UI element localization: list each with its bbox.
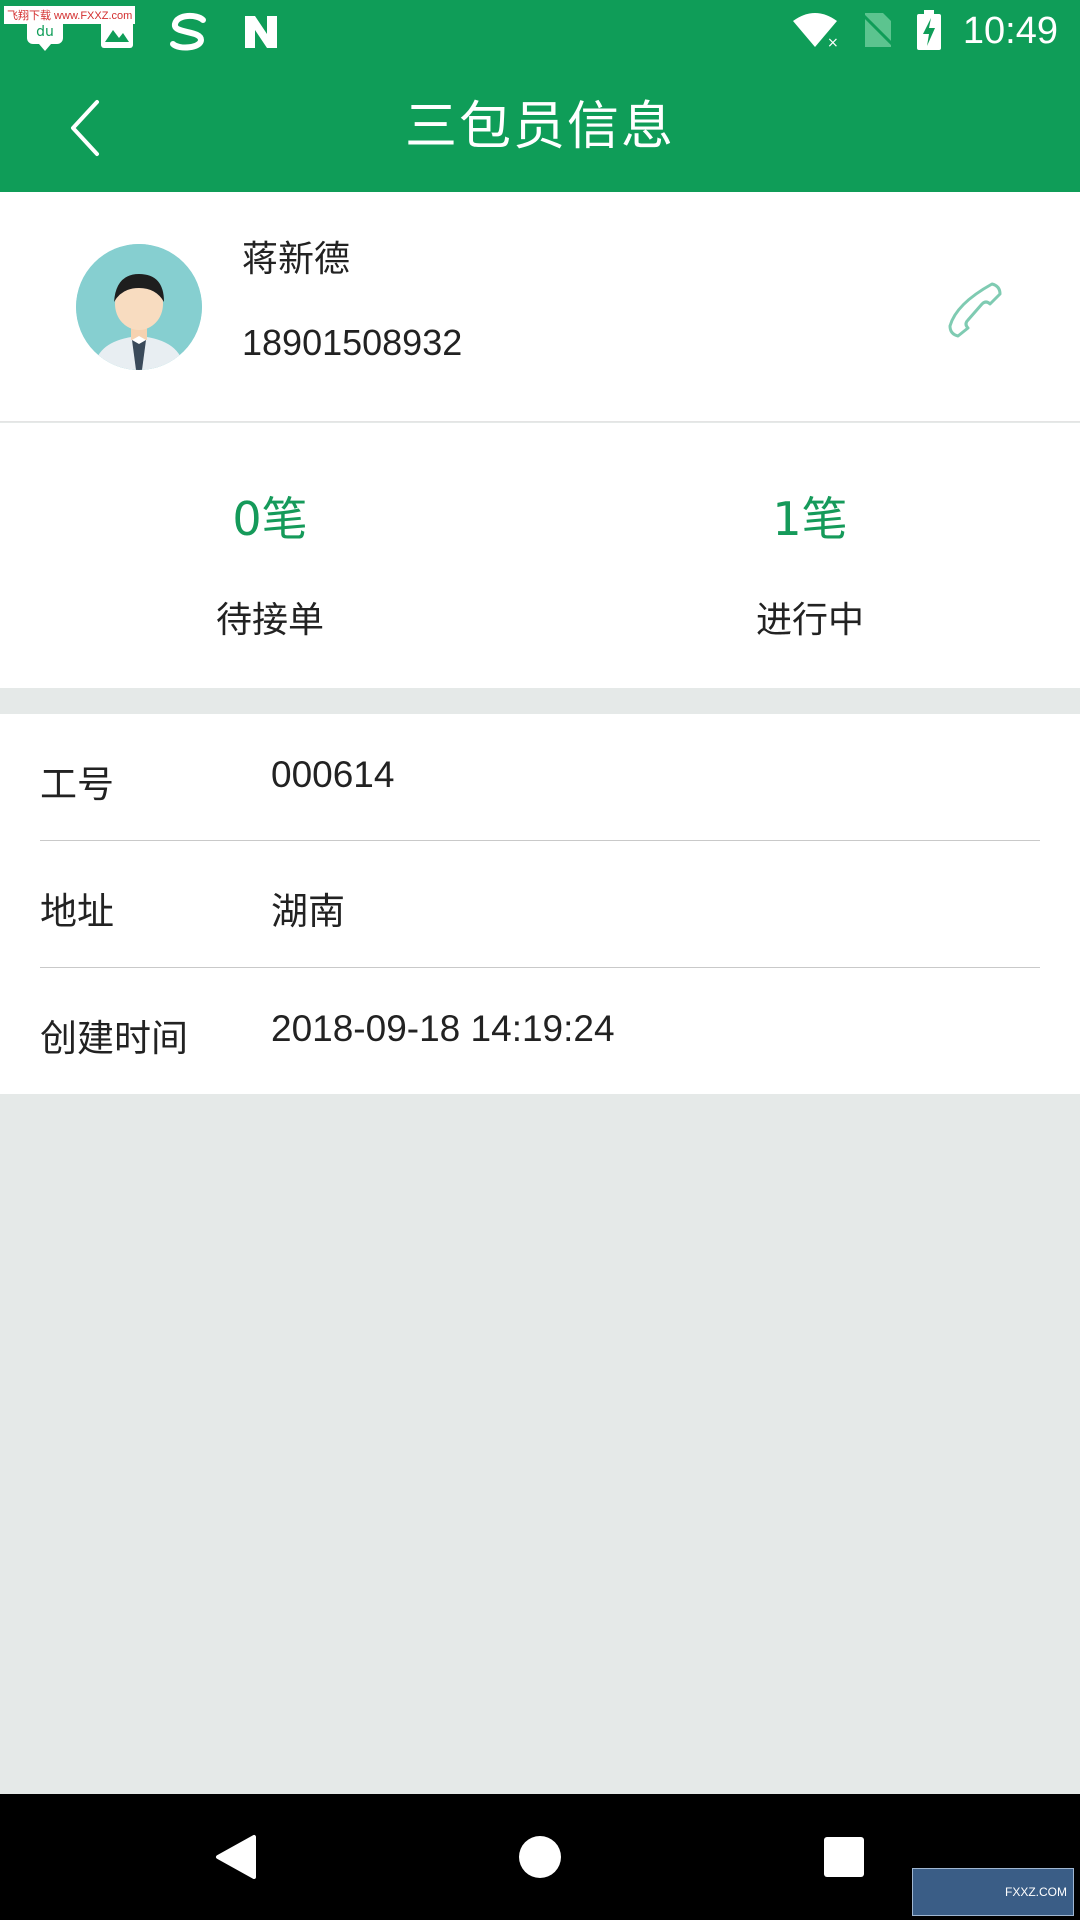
person-avatar-icon: [76, 244, 202, 370]
circle-home-icon: [519, 1836, 561, 1878]
stat-value: 0笔: [232, 492, 308, 546]
screen: 飞翔下载 www.FXXZ.com du × 10:49 三包员信息 蒋新德 1…: [0, 0, 1080, 1920]
info-value: 000614: [271, 754, 395, 795]
stat-in-progress[interactable]: 1笔 进行中: [540, 423, 1080, 688]
stat-label: 进行中: [755, 600, 864, 641]
svg-text:×: ×: [827, 35, 839, 49]
info-row-created-time: 创建时间 2018-09-18 14:19:24: [40, 968, 1040, 1094]
stat-pending[interactable]: 0笔 待接单: [0, 423, 540, 688]
square-recents-icon: [824, 1837, 864, 1877]
call-button[interactable]: [946, 278, 1006, 338]
system-nav-bar: FXXZ.COM: [0, 1794, 1080, 1920]
phone-number: 18901508932: [242, 322, 463, 363]
info-row-address: 地址 湖南: [40, 841, 1040, 967]
sogou-icon: [166, 12, 212, 52]
status-bar: 飞翔下载 www.FXXZ.com du × 10:49: [0, 0, 1080, 63]
info-key: 地址: [40, 890, 114, 933]
system-icons: × 10:49: [791, 9, 1058, 54]
svg-text:du: du: [36, 24, 54, 40]
order-stats: 0笔 待接单 1笔 进行中: [0, 423, 1080, 688]
info-value: 湖南: [271, 891, 345, 932]
info-key: 工号: [40, 763, 114, 806]
nav-recents-button[interactable]: [814, 1827, 874, 1887]
clock: 10:49: [962, 10, 1058, 52]
triangle-back-icon: [216, 1835, 256, 1879]
watermark-label: 飞翔下载 www.FXXZ.com: [4, 5, 136, 24]
watermark-text: FXXZ.COM: [1005, 1885, 1067, 1899]
wifi-icon: ×: [791, 11, 839, 53]
page-title: 三包员信息: [404, 97, 675, 157]
nav-back-button[interactable]: [206, 1827, 266, 1887]
n-icon: [238, 12, 284, 52]
notification-icons: 飞翔下载 www.FXXZ.com du: [4, 5, 284, 52]
person-name: 蒋新德: [242, 239, 351, 280]
battery-charging-icon: [916, 9, 941, 54]
stat-value: 1笔: [772, 492, 848, 546]
info-value: 2018-09-18 14:19:24: [271, 1008, 615, 1049]
info-key: 创建时间: [40, 1017, 188, 1060]
avatar: [76, 244, 202, 370]
no-sim-icon: [861, 11, 895, 53]
profile-card: 蒋新德 18901508932: [0, 192, 1080, 422]
phone-icon: [948, 282, 1002, 338]
info-list: 工号 000614 地址 湖南 创建时间 2018-09-18 14:19:24: [0, 714, 1080, 1094]
info-row-employee-id: 工号 000614: [40, 714, 1040, 840]
app-bar: 三包员信息: [0, 63, 1080, 192]
stat-label: 待接单: [215, 600, 324, 641]
watermark-logo: FXXZ.COM: [912, 1868, 1074, 1916]
nav-home-button[interactable]: [510, 1827, 570, 1887]
